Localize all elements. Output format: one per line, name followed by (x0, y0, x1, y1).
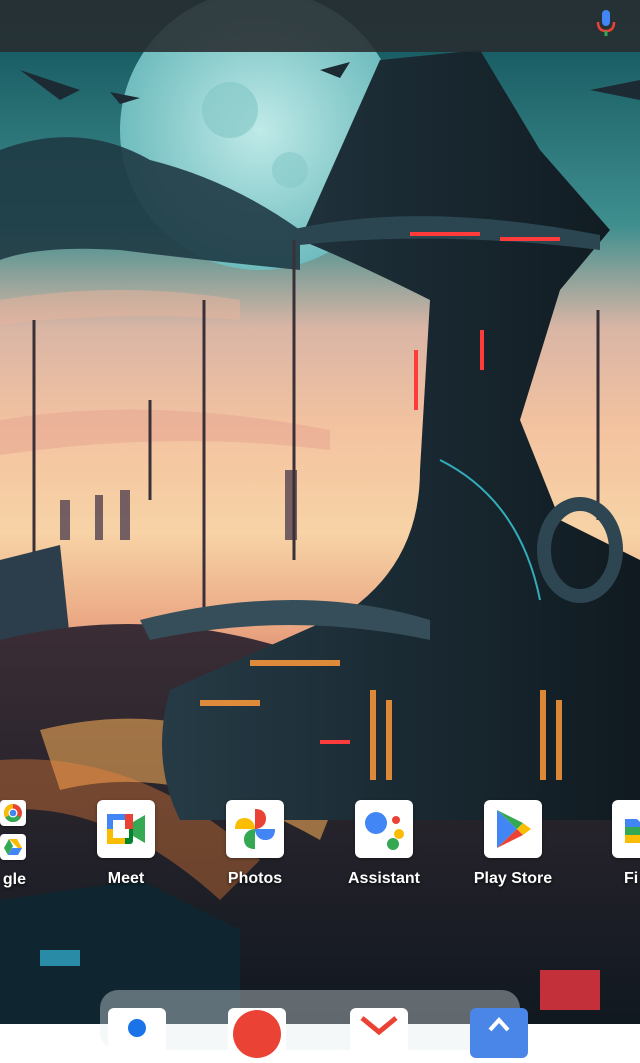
maps-icon[interactable] (470, 1008, 528, 1058)
app-meet[interactable]: Meet (76, 800, 176, 888)
contacts-icon[interactable] (108, 1008, 166, 1058)
mic-icon[interactable] (592, 6, 620, 38)
app-label: Meet (107, 870, 145, 887)
photos-icon (226, 800, 284, 858)
dock (100, 990, 528, 1058)
folder-label: gle (2, 871, 26, 888)
chrome-icon (0, 800, 26, 826)
assistant-icon (355, 800, 413, 858)
files-icon (612, 800, 640, 858)
app-files[interactable]: Fi (592, 800, 640, 888)
youtube-icon[interactable] (228, 1008, 286, 1058)
play-store-icon (484, 800, 542, 858)
app-label: Play Store (473, 870, 553, 887)
app-label: Fi (624, 870, 639, 887)
app-photos[interactable]: Photos (205, 800, 305, 888)
meet-icon (97, 800, 155, 858)
app-play-store[interactable]: Play Store (463, 800, 563, 888)
drive-icon (0, 834, 26, 860)
search-bar[interactable] (0, 0, 640, 52)
app-assistant[interactable]: Assistant (334, 800, 434, 888)
gmail-icon[interactable] (350, 1008, 408, 1058)
app-label: Assistant (347, 870, 421, 887)
app-label: Photos (227, 870, 283, 887)
